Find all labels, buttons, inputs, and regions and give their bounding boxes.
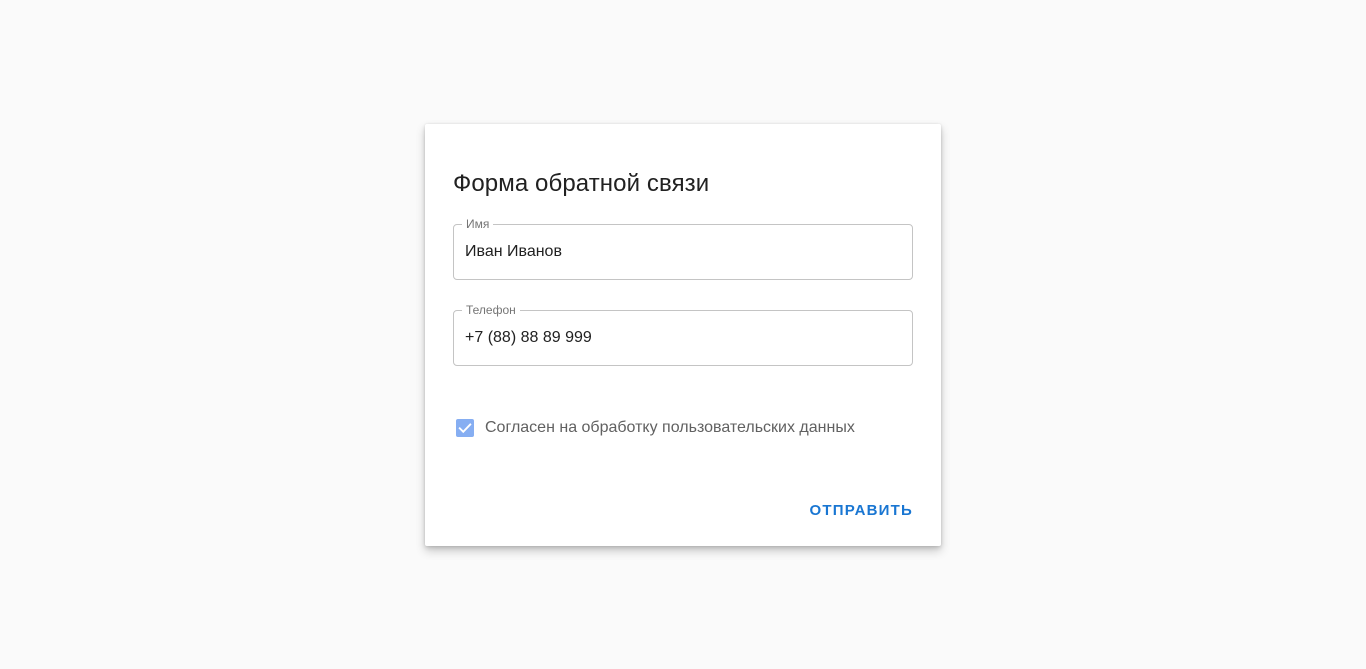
consent-label: Согласен на обработку пользовательских д… — [485, 419, 855, 436]
name-input[interactable] — [465, 242, 901, 262]
consent-checkbox-row[interactable]: Согласен на обработку пользовательских д… — [453, 416, 855, 440]
name-field-label: Имя — [462, 217, 494, 231]
phone-input[interactable] — [465, 328, 901, 348]
check-icon — [458, 423, 472, 434]
feedback-form-card: Форма обратной связи Имя Телефон Согласе… — [425, 124, 941, 546]
phone-field-label: Телефон — [462, 303, 520, 317]
phone-field[interactable]: Телефон — [453, 303, 913, 366]
form-title: Форма обратной связи — [453, 170, 710, 197]
submit-button[interactable]: Отправить — [802, 492, 922, 528]
name-field[interactable]: Имя — [453, 217, 913, 280]
consent-checkbox[interactable] — [456, 419, 474, 437]
